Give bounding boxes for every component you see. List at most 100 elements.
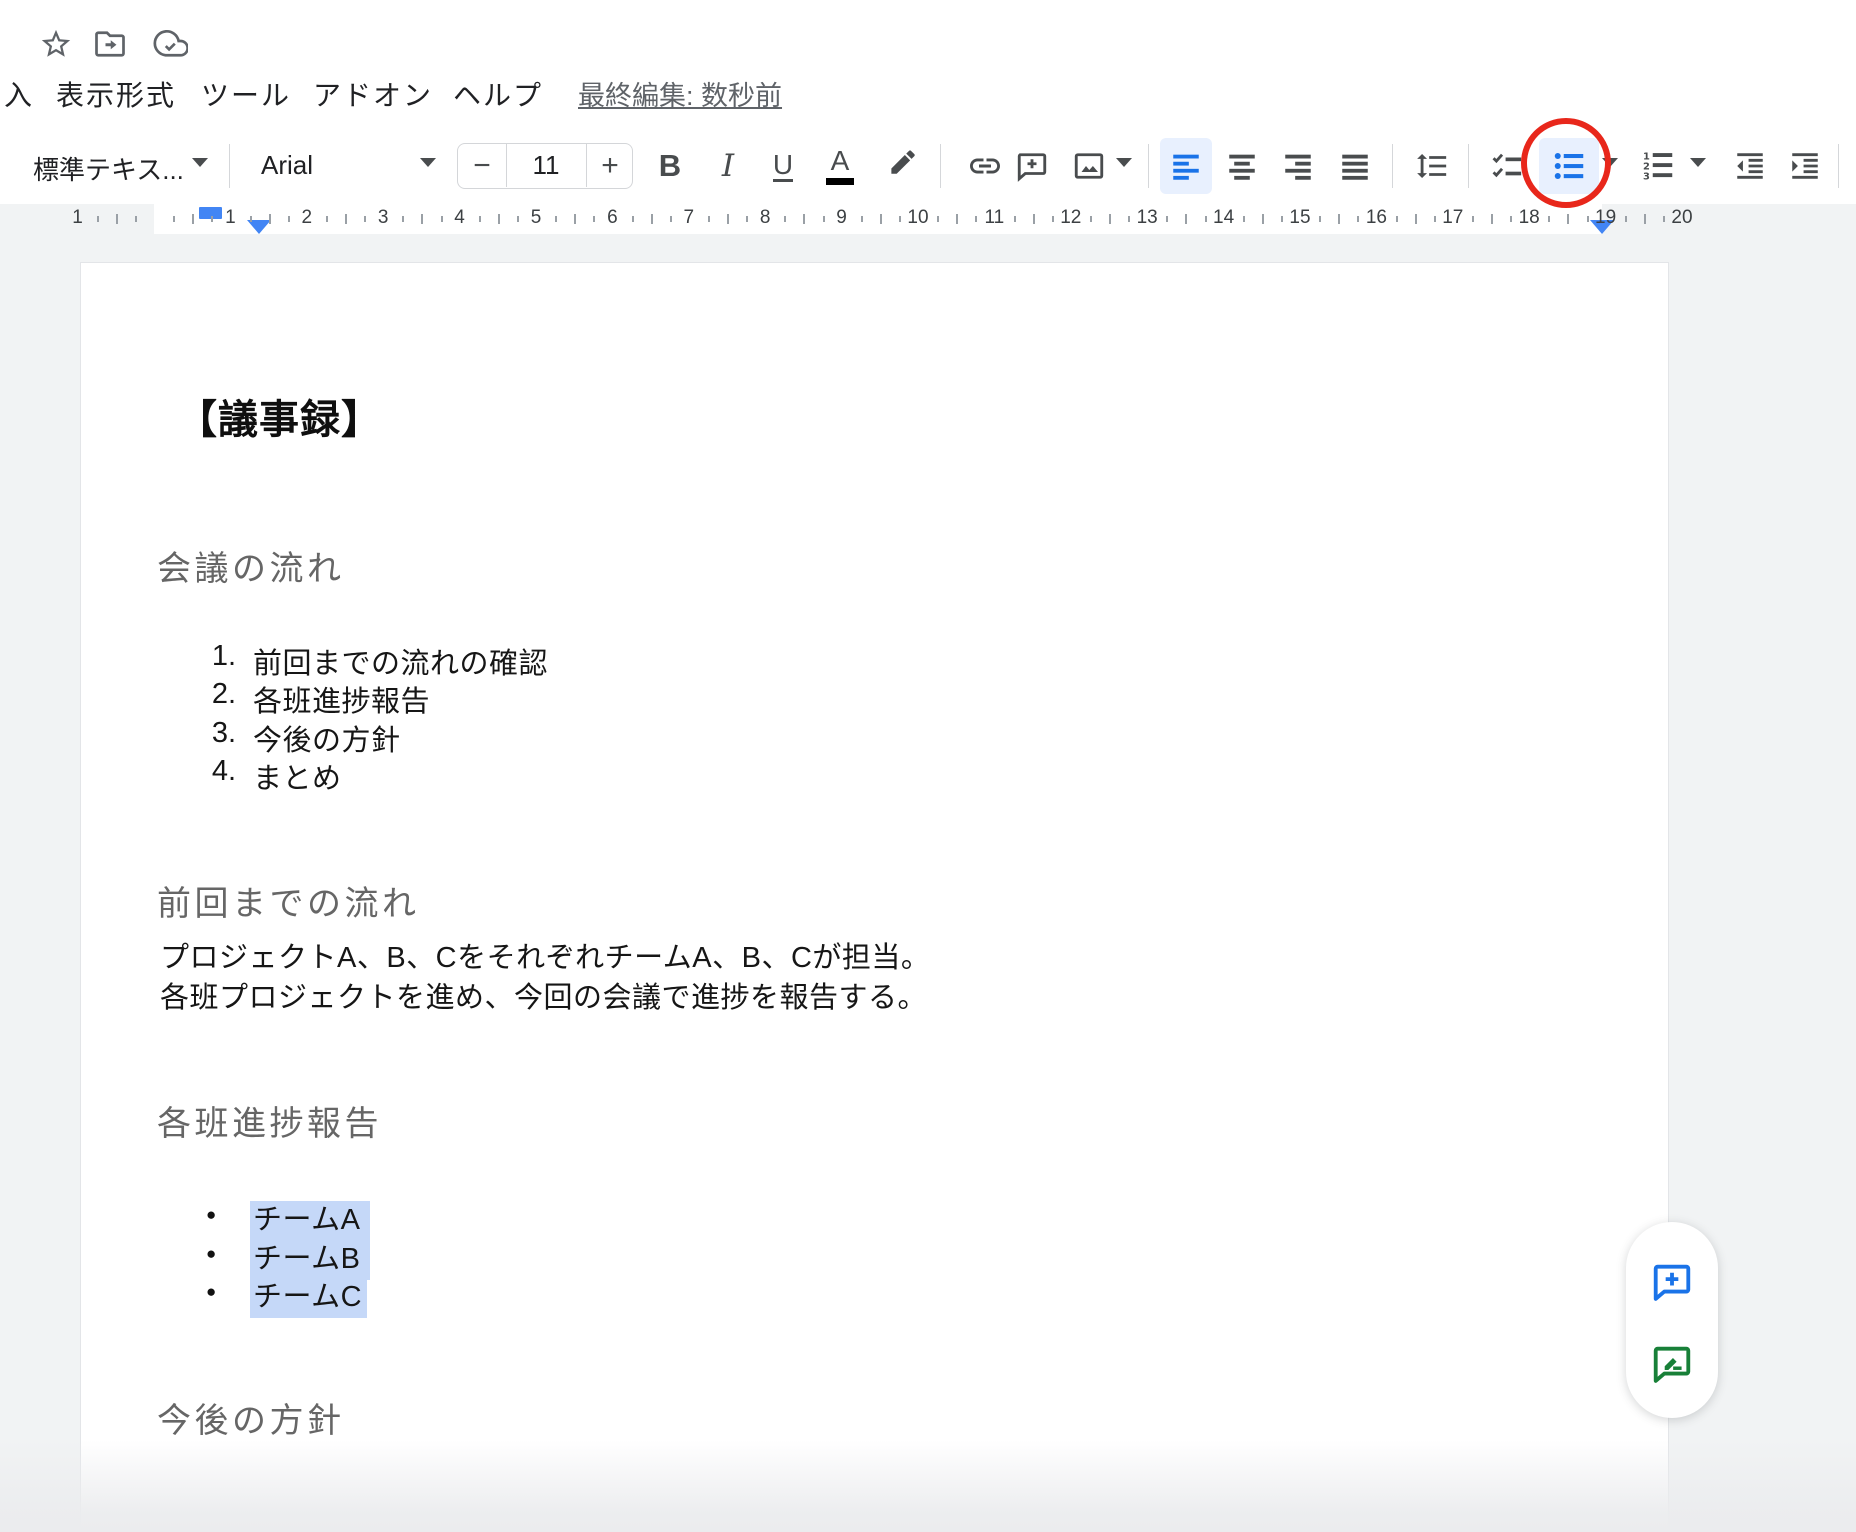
- ruler-tick: [1281, 216, 1283, 222]
- document-page[interactable]: 【議事録】 会議の流れ 1. 前回までの流れの確認 2. 各班進捗報告 3. 今…: [80, 262, 1669, 1532]
- ruler-tick: [1090, 216, 1092, 222]
- increase-indent-button[interactable]: [1779, 138, 1831, 194]
- ruler-tick: [899, 216, 901, 222]
- insert-image-button[interactable]: [1063, 138, 1115, 194]
- ruler-tick: [364, 216, 366, 222]
- add-comment-button[interactable]: [1006, 138, 1058, 194]
- align-justify-button[interactable]: [1329, 138, 1381, 194]
- text-color-button[interactable]: A: [814, 138, 866, 194]
- numbered-list-button[interactable]: 123: [1632, 138, 1684, 194]
- menu-item-addons[interactable]: アドオン: [313, 74, 433, 114]
- ruler-number: 19: [1595, 207, 1616, 229]
- ruler-tick: [1185, 214, 1187, 224]
- ruler-tick: [1052, 216, 1054, 222]
- align-justify-icon: [1338, 149, 1372, 183]
- menu-item-insert-partial[interactable]: 入: [4, 74, 34, 114]
- list-number: 2.: [181, 678, 236, 711]
- paragraph-style-selector[interactable]: 標準テキス...: [33, 150, 184, 187]
- ruler-tick: [345, 214, 347, 224]
- suggest-edits-floating-button[interactable]: [1644, 1336, 1700, 1392]
- ruler-number: 13: [1137, 207, 1158, 229]
- cloud-saved-icon[interactable]: [152, 26, 188, 62]
- ruler-tick: [1014, 216, 1016, 222]
- ruler-tick: [708, 216, 710, 222]
- ruler[interactable]: 11234567891011121314151617181920: [0, 204, 1856, 234]
- current-color-swatch: [826, 178, 854, 185]
- insert-link-button[interactable]: [959, 138, 1011, 194]
- ruler-tick: [1396, 216, 1398, 222]
- left-indent-marker[interactable]: [247, 220, 271, 234]
- chevron-down-icon[interactable]: [1116, 158, 1132, 167]
- last-edit-link[interactable]: 最終編集: 数秒前: [578, 74, 782, 113]
- menu-item-help[interactable]: ヘルプ: [453, 74, 543, 114]
- menu-item-tools[interactable]: ツール: [201, 74, 291, 114]
- outdent-icon: [1733, 149, 1767, 183]
- decrease-font-size-button[interactable]: −: [458, 144, 506, 187]
- bold-button[interactable]: B: [644, 138, 696, 194]
- move-to-folder-icon[interactable]: [92, 26, 128, 62]
- star-icon[interactable]: [38, 26, 74, 62]
- ruler-tick: [135, 216, 137, 222]
- ruler-tick: [1434, 216, 1436, 222]
- floating-action-pill: [1626, 1222, 1718, 1418]
- ruler-number: 6: [607, 207, 618, 229]
- ruler-tick: [651, 214, 653, 224]
- italic-button[interactable]: I: [702, 138, 754, 194]
- heading-progress-report: 各班進捗報告: [157, 1096, 382, 1145]
- align-center-icon: [1225, 149, 1259, 183]
- link-icon: [967, 148, 1003, 184]
- align-center-button[interactable]: [1216, 138, 1268, 194]
- checklist-icon: [1490, 149, 1524, 183]
- underline-icon: U: [773, 150, 793, 182]
- ruler-tick: [250, 216, 252, 222]
- line-spacing-icon: [1415, 149, 1449, 183]
- menu-item-format[interactable]: 表示形式: [56, 74, 176, 114]
- list-item: まとめ: [253, 755, 342, 797]
- ruler-tick: [1567, 214, 1569, 224]
- ruler-tick: [746, 216, 748, 222]
- ruler-tick: [803, 214, 805, 224]
- align-left-button[interactable]: [1160, 138, 1212, 194]
- font-family-selector[interactable]: Arial: [261, 150, 313, 181]
- highlight-color-button[interactable]: [876, 138, 928, 194]
- align-left-icon: [1169, 149, 1203, 183]
- heading-previous-flow: 前回までの流れ: [157, 876, 420, 925]
- ruler-number: 7: [684, 207, 695, 229]
- toolbar-divider: [1392, 144, 1393, 188]
- ruler-tick: [1510, 216, 1512, 222]
- ruler-margin-number: 1: [72, 207, 83, 229]
- ruler-tick: [1548, 216, 1550, 222]
- ruler-tick: [441, 216, 443, 222]
- add-comment-floating-button[interactable]: [1644, 1254, 1700, 1310]
- bullet-glyph: ●: [206, 1205, 216, 1225]
- font-size-input[interactable]: 11: [506, 144, 586, 187]
- top-bar: 入 表示形式 ツール アドオン ヘルプ 最終編集: 数秒前: [0, 0, 1856, 128]
- highlighter-icon: [885, 149, 919, 183]
- font-size-control: − 11 +: [457, 143, 633, 189]
- ruler-tick: [880, 214, 882, 224]
- paragraph-line: 各班プロジェクトを進め、今回の会議で進捗を報告する。: [160, 974, 927, 1016]
- ruler-tick: [116, 214, 118, 224]
- chevron-down-icon[interactable]: [420, 158, 436, 167]
- ruler-number: 2: [302, 207, 313, 229]
- ruler-tick: [555, 216, 557, 222]
- underline-button[interactable]: U: [757, 138, 809, 194]
- toolbar-divider: [229, 144, 230, 188]
- selection-highlight: チームC: [250, 1278, 367, 1318]
- ruler-tick: [1205, 216, 1207, 222]
- ruler-tick: [1128, 216, 1130, 222]
- ruler-tick: [97, 216, 99, 222]
- increase-font-size-button[interactable]: +: [586, 144, 634, 187]
- chevron-down-icon[interactable]: [192, 158, 208, 167]
- ruler-tick: [192, 214, 194, 224]
- toolbar-divider: [1468, 144, 1469, 188]
- align-right-button[interactable]: [1272, 138, 1324, 194]
- ruler-number: 17: [1442, 207, 1463, 229]
- chevron-down-icon[interactable]: [1690, 158, 1706, 167]
- decrease-indent-button[interactable]: [1724, 138, 1776, 194]
- line-spacing-button[interactable]: [1406, 138, 1458, 194]
- add-comment-icon: [1014, 148, 1050, 184]
- ruler-tick: [498, 214, 500, 224]
- text-color-icon: A: [826, 147, 854, 185]
- ruler-tick: [975, 216, 977, 222]
